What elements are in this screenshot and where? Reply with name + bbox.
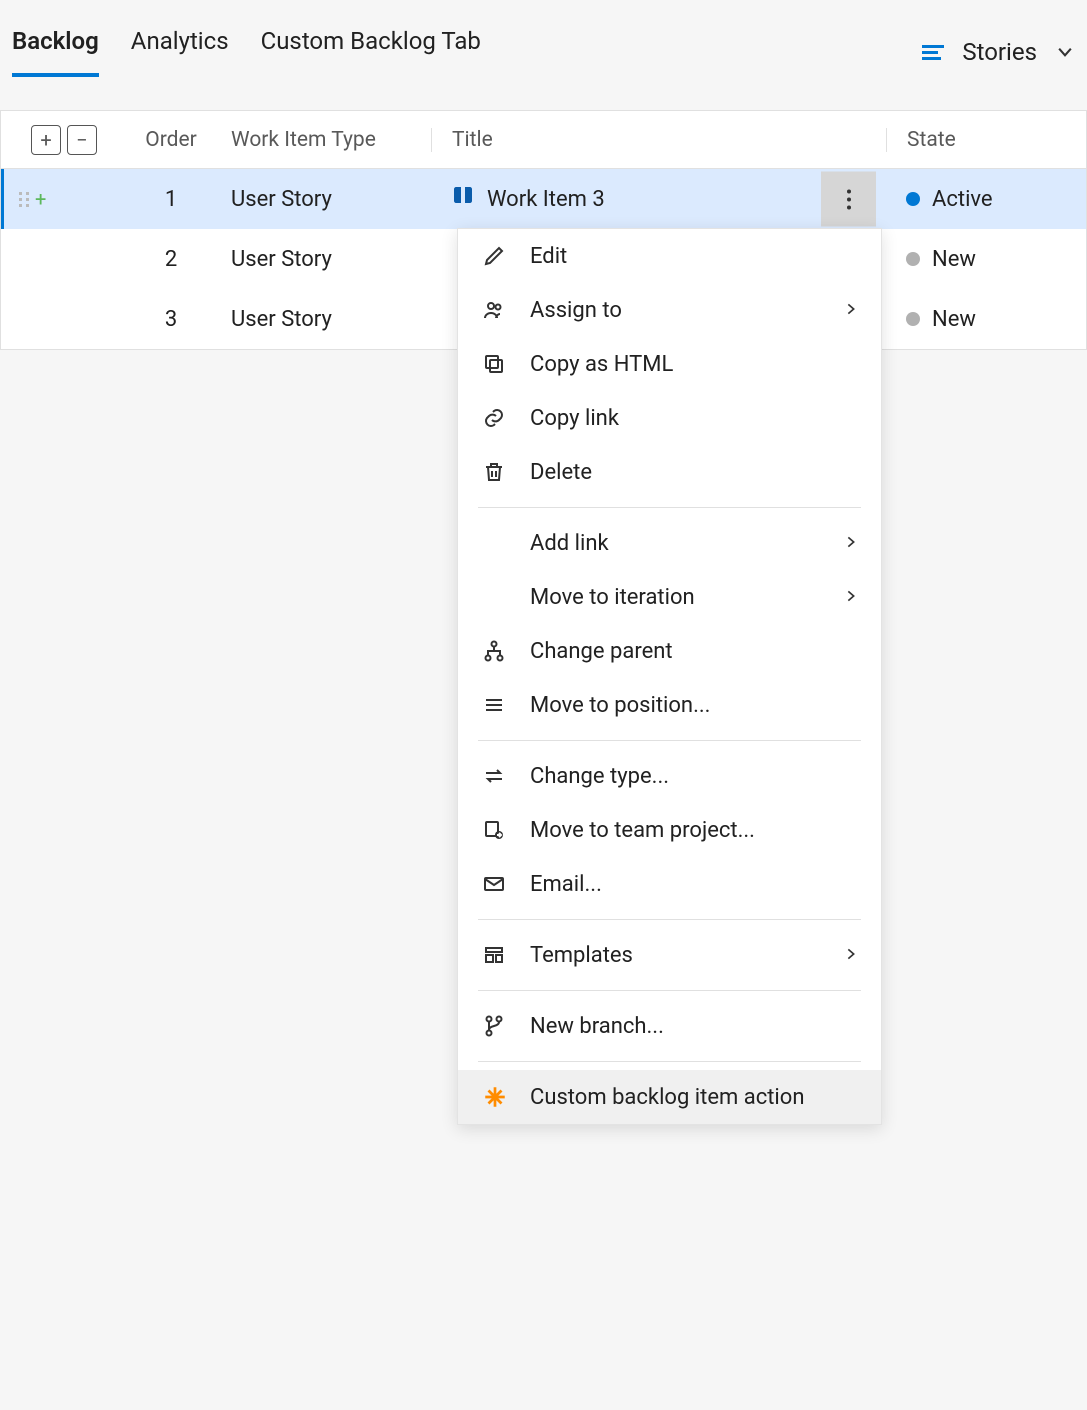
menu-move-to-team-project[interactable]: Move to team project... bbox=[458, 803, 881, 857]
state-label: Active bbox=[932, 187, 993, 212]
sparkle-icon bbox=[482, 1084, 530, 1110]
add-child-icon[interactable]: + bbox=[35, 187, 46, 211]
row-state: Active bbox=[886, 187, 1086, 212]
row-title[interactable]: Work Item 3 bbox=[487, 187, 605, 212]
menu-templates[interactable]: Templates bbox=[458, 928, 881, 982]
menu-add-link[interactable]: Add link bbox=[458, 516, 881, 570]
chevron-right-icon bbox=[843, 298, 859, 323]
chevron-right-icon bbox=[843, 585, 859, 610]
grid-header: + − Order Work Item Type Title State bbox=[1, 111, 1086, 169]
hierarchy-icon bbox=[482, 639, 530, 663]
collapse-all-button[interactable]: − bbox=[67, 125, 97, 155]
mail-icon bbox=[482, 872, 530, 896]
list-icon bbox=[482, 693, 530, 717]
menu-separator bbox=[478, 507, 861, 508]
move-project-icon bbox=[482, 818, 530, 842]
copy-icon bbox=[482, 352, 530, 376]
menu-separator bbox=[478, 1061, 861, 1062]
chevron-right-icon bbox=[843, 943, 859, 968]
state-dot-icon bbox=[906, 252, 920, 266]
column-order[interactable]: Order bbox=[111, 128, 231, 152]
pencil-icon bbox=[482, 244, 530, 268]
menu-change-parent[interactable]: Change parent bbox=[458, 624, 881, 678]
templates-icon bbox=[482, 943, 530, 967]
chevron-right-icon bbox=[843, 531, 859, 556]
tab-backlog[interactable]: Backlog bbox=[12, 27, 99, 77]
branch-icon bbox=[482, 1014, 530, 1038]
menu-email[interactable]: Email... bbox=[458, 857, 881, 911]
menu-separator bbox=[478, 990, 861, 991]
chevron-down-icon bbox=[1055, 42, 1075, 62]
row-title-cell: Work Item 3 bbox=[431, 184, 886, 214]
menu-change-type[interactable]: Change type... bbox=[458, 749, 881, 803]
menu-separator bbox=[478, 919, 861, 920]
work-item-context-menu: Edit Assign to Copy as HTML Copy link De… bbox=[457, 228, 882, 1125]
menu-delete[interactable]: Delete bbox=[458, 445, 881, 499]
tab-analytics[interactable]: Analytics bbox=[131, 27, 229, 77]
column-state[interactable]: State bbox=[886, 128, 1086, 152]
state-dot-icon bbox=[906, 312, 920, 326]
column-title[interactable]: Title bbox=[431, 128, 886, 152]
people-icon bbox=[482, 298, 530, 322]
drag-handle-icon bbox=[19, 192, 27, 207]
backlog-level-picker[interactable]: Stories bbox=[922, 38, 1075, 66]
tab-custom-backlog[interactable]: Custom Backlog Tab bbox=[261, 27, 481, 77]
link-icon bbox=[482, 406, 530, 430]
row-order: 1 bbox=[111, 187, 231, 212]
row-actions-button[interactable] bbox=[821, 172, 876, 227]
more-vertical-icon bbox=[847, 189, 851, 209]
row-type: User Story bbox=[231, 247, 431, 272]
state-dot-icon bbox=[906, 192, 920, 206]
row-handle[interactable]: + bbox=[1, 187, 111, 211]
backlog-level-icon bbox=[922, 45, 944, 60]
row-type: User Story bbox=[231, 307, 431, 332]
menu-move-to-position[interactable]: Move to position... bbox=[458, 678, 881, 732]
tabs-bar: Backlog Analytics Custom Backlog Tab Sto… bbox=[0, 0, 1087, 80]
trash-icon bbox=[482, 460, 530, 484]
expand-all-button[interactable]: + bbox=[31, 125, 61, 155]
state-label: New bbox=[932, 247, 976, 272]
row-type: User Story bbox=[231, 187, 431, 212]
menu-custom-backlog-item-action[interactable]: Custom backlog item action bbox=[458, 1070, 881, 1124]
menu-new-branch[interactable]: New branch... bbox=[458, 999, 881, 1053]
row-state: New bbox=[886, 247, 1086, 272]
tabs: Backlog Analytics Custom Backlog Tab bbox=[12, 27, 481, 77]
menu-edit[interactable]: Edit bbox=[458, 229, 881, 283]
row-order: 2 bbox=[111, 247, 231, 272]
row-state: New bbox=[886, 307, 1086, 332]
swap-icon bbox=[482, 764, 530, 788]
menu-move-to-iteration[interactable]: Move to iteration bbox=[458, 570, 881, 624]
grid-row[interactable]: + 1 User Story Work Item 3 Active bbox=[1, 169, 1086, 229]
row-order: 3 bbox=[111, 307, 231, 332]
menu-copy-as-html[interactable]: Copy as HTML bbox=[458, 337, 881, 391]
user-story-icon bbox=[451, 184, 475, 214]
header-tools: + − bbox=[1, 125, 111, 155]
state-label: New bbox=[932, 307, 976, 332]
menu-assign-to[interactable]: Assign to bbox=[458, 283, 881, 337]
backlog-level-label: Stories bbox=[962, 38, 1037, 66]
menu-copy-link[interactable]: Copy link bbox=[458, 391, 881, 445]
column-work-item-type[interactable]: Work Item Type bbox=[231, 128, 431, 152]
menu-separator bbox=[478, 740, 861, 741]
